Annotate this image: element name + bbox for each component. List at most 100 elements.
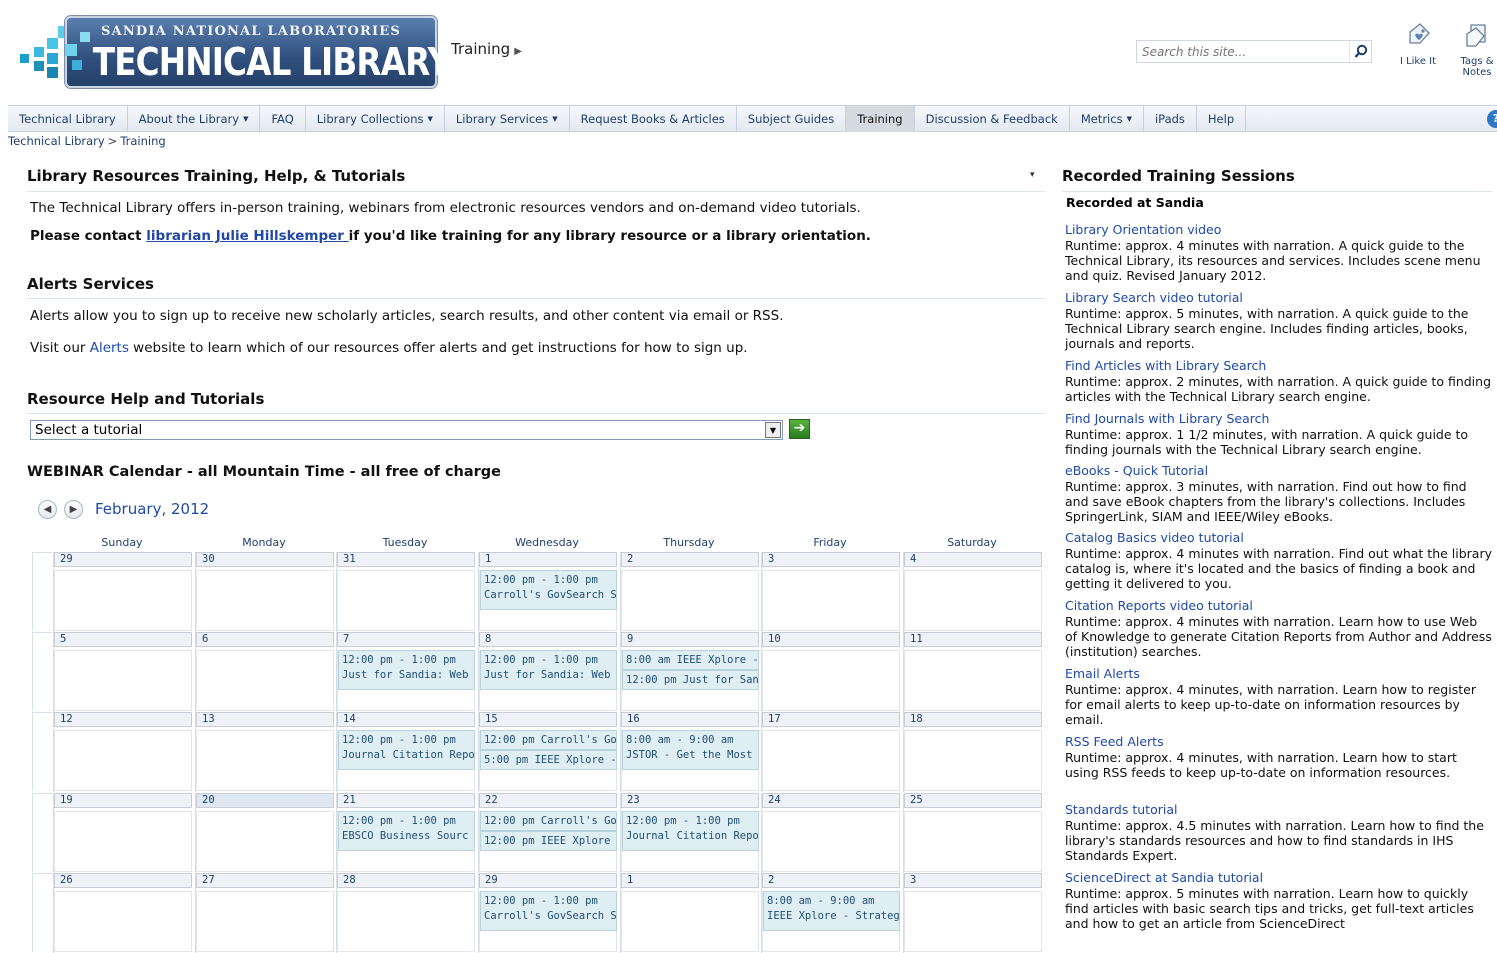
calendar-day-cell[interactable]: 26 [53,873,192,953]
calendar-date-number[interactable]: 4 [904,552,1042,567]
calendar-date-number[interactable]: 24 [762,793,900,808]
nav-item-library-services[interactable]: Library Services ▼ [445,106,570,132]
nav-item-help[interactable]: Help [1197,106,1247,132]
nav-item-about-the-library[interactable]: About the Library ▼ [128,106,261,132]
calendar-prev-button[interactable]: ◀ [38,500,57,519]
recorded-session-link[interactable]: Citation Reports video tutorial [1065,598,1253,613]
librarian-email-link[interactable]: librarian Julie Hillskemper [146,228,348,244]
calendar-day-cell[interactable]: 28 [336,873,475,953]
recorded-session-link[interactable]: RSS Feed Alerts [1065,734,1164,749]
site-logo[interactable]: SANDIA NATIONAL LABORATORIES TECHNICAL L… [20,14,451,92]
i-like-it-button[interactable]: I Like It [1398,22,1438,67]
nav-item-technical-library[interactable]: Technical Library [8,106,128,132]
recorded-session-link[interactable]: Catalog Basics video tutorial [1065,530,1244,545]
calendar-event[interactable]: 12:00 pm - 1:00 pm Just for Sandia: Web o… [480,650,617,690]
recorded-session-link[interactable]: ScienceDirect at Sandia tutorial [1065,870,1263,885]
calendar-date-number[interactable]: 22 [479,793,617,808]
calendar-day-cell[interactable]: 12 [53,712,192,792]
recorded-session-link[interactable]: Find Journals with Library Search [1065,411,1269,426]
calendar-date-number[interactable]: 19 [54,793,192,808]
calendar-day-cell[interactable]: 10 [761,632,900,712]
calendar-event[interactable]: 8:00 am - 9:00 am IEEE Xplore - Strategie [763,891,900,931]
tags-notes-button[interactable]: Tags & Notes [1457,22,1497,78]
calendar-date-number[interactable]: 13 [196,712,334,727]
calendar-date-number[interactable]: 27 [196,873,334,888]
calendar-day-cell[interactable]: 29 [53,552,192,632]
nav-item-subject-guides[interactable]: Subject Guides [737,106,847,132]
calendar-date-number[interactable]: 17 [762,712,900,727]
recorded-session-link[interactable]: Email Alerts [1065,666,1140,681]
nav-item-discussion-feedback[interactable]: Discussion & Feedback [915,106,1070,132]
calendar-date-number[interactable]: 14 [337,712,475,727]
calendar-date-number[interactable]: 15 [479,712,617,727]
calendar-date-number[interactable]: 11 [904,632,1042,647]
web-part-menu-icon[interactable]: ▾ [1030,170,1035,180]
calendar-date-number[interactable]: 25 [904,793,1042,808]
calendar-day-cell[interactable]: 25 [903,793,1042,873]
calendar-date-number[interactable]: 10 [762,632,900,647]
breadcrumb-current[interactable]: Training [120,134,165,148]
calendar-event[interactable]: 12:00 pm - 1:00 pm Journal Citation Repor [338,730,475,770]
calendar-day-cell[interactable]: 17 [761,712,900,792]
calendar-next-button[interactable]: ▶ [64,500,83,519]
calendar-day-cell[interactable]: 1 [620,873,759,953]
calendar-day-cell[interactable]: 31 [336,552,475,632]
nav-item-faq[interactable]: FAQ [260,106,306,132]
calendar-event[interactable]: 12:00 pm IEEE Xplore [480,831,617,851]
calendar-event[interactable]: 12:00 pm Carroll's Gov [480,730,617,750]
calendar-day-cell[interactable]: 6 [195,632,334,712]
calendar-day-cell[interactable]: 24 [761,793,900,873]
calendar-day-cell[interactable]: 11 [903,632,1042,712]
header-page-crumb[interactable]: Training ▶ [451,40,522,58]
calendar-event[interactable]: 12:00 pm Carroll's Gov [480,811,617,831]
calendar-date-number[interactable]: 29 [479,873,617,888]
calendar-event[interactable]: 12:00 pm Just for San [622,670,759,690]
calendar-event[interactable]: 5:00 pm IEEE Xplore - [480,750,617,770]
calendar-date-number[interactable]: 18 [904,712,1042,727]
calendar-date-number[interactable]: 6 [196,632,334,647]
calendar-event[interactable]: 12:00 pm - 1:00 pm Just for Sandia: Web o… [338,650,475,690]
recorded-session-link[interactable]: Find Articles with Library Search [1065,358,1266,373]
calendar-date-number[interactable]: 1 [479,552,617,567]
calendar-day-cell[interactable]: 13 [195,712,334,792]
calendar-date-number[interactable]: 31 [337,552,475,567]
calendar-date-number[interactable]: 28 [337,873,475,888]
calendar-day-cell[interactable]: 5 [53,632,192,712]
calendar-date-number[interactable]: 1 [621,873,759,888]
nav-item-ipads[interactable]: iPads [1144,106,1197,132]
calendar-event[interactable]: 12:00 pm - 1:00 pm Carroll's GovSearch Su [480,570,617,610]
recorded-session-link[interactable]: Standards tutorial [1065,802,1177,817]
calendar-date-number[interactable]: 3 [762,552,900,567]
calendar-date-number[interactable]: 9 [621,632,759,647]
recorded-session-link[interactable]: Library Orientation video [1065,222,1221,237]
calendar-event[interactable]: 12:00 pm - 1:00 pm EBSCO Business Sourc [338,811,475,851]
recorded-session-link[interactable]: eBooks - Quick Tutorial [1065,463,1208,478]
nav-item-request-books-articles[interactable]: Request Books & Articles [570,106,737,132]
tutorial-go-button[interactable]: ➔ [789,419,810,439]
calendar-day-cell[interactable]: 3 [903,873,1042,953]
calendar-day-cell[interactable]: 30 [195,552,334,632]
calendar-event[interactable]: 12:00 pm - 1:00 pm Carroll's GovSearch Su [480,891,617,931]
alerts-link[interactable]: Alerts [90,340,129,356]
calendar-day-cell[interactable]: 18 [903,712,1042,792]
calendar-date-number[interactable]: 23 [621,793,759,808]
calendar-date-number[interactable]: 29 [54,552,192,567]
calendar-date-number[interactable]: 5 [54,632,192,647]
calendar-date-number[interactable]: 8 [479,632,617,647]
calendar-date-number[interactable]: 20 [196,793,334,808]
tutorial-select[interactable]: Select a tutorial ▼ [30,420,783,440]
search-input[interactable] [1137,41,1349,62]
calendar-date-number[interactable]: 16 [621,712,759,727]
calendar-day-cell[interactable]: 27 [195,873,334,953]
calendar-date-number[interactable]: 2 [762,873,900,888]
calendar-event[interactable]: 12:00 pm - 1:00 pm Journal Citation Repor [622,811,759,851]
nav-item-library-collections[interactable]: Library Collections ▼ [306,106,445,132]
calendar-date-number[interactable]: 26 [54,873,192,888]
calendar-date-number[interactable]: 7 [337,632,475,647]
calendar-date-number[interactable]: 3 [904,873,1042,888]
calendar-day-cell[interactable]: 19 [53,793,192,873]
breadcrumb-home-link[interactable]: Technical Library [8,134,105,148]
calendar-date-number[interactable]: 30 [196,552,334,567]
calendar-event[interactable]: 8:00 am IEEE Xplore - [622,650,759,670]
search-button[interactable] [1349,41,1371,62]
